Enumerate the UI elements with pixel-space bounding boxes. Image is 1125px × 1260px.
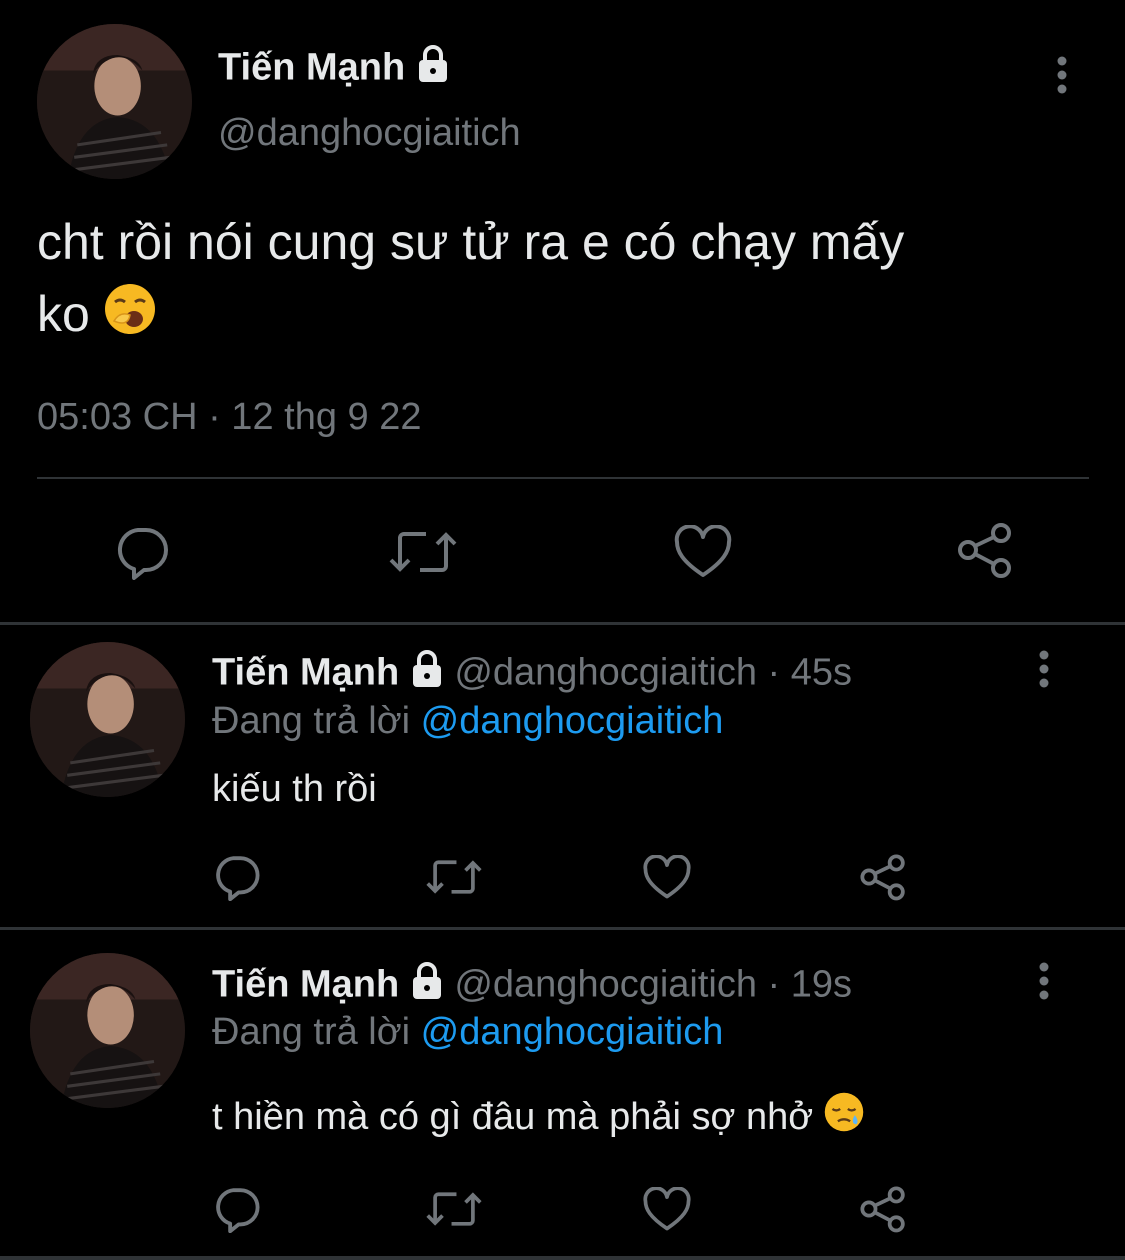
more-options-icon[interactable] <box>1032 650 1056 690</box>
retweet-icon <box>389 532 457 572</box>
lock-icon <box>410 961 444 1012</box>
share-icon <box>958 523 1011 578</box>
avatar-image <box>30 953 185 1108</box>
share-button[interactable] <box>858 1184 908 1234</box>
avatar-image <box>37 24 192 179</box>
replying-to-label: Đang trả lời <box>212 1011 411 1053</box>
display-name-text: Tiến Mạnh <box>218 46 406 89</box>
lock-icon <box>410 649 444 700</box>
lock-icon <box>416 44 450 95</box>
like-icon <box>643 854 691 898</box>
divider <box>0 1256 1125 1260</box>
reply-icon <box>216 856 260 901</box>
reply-button[interactable] <box>212 1184 262 1234</box>
replying-to-label: Đang trả lời <box>212 700 411 742</box>
tweet-timestamp[interactable]: 05:03 CH · 12 thg 9 22 <box>37 394 421 440</box>
avatar[interactable] <box>30 953 185 1108</box>
handle-and-time[interactable]: @danghocgiaitich · 19s <box>454 964 852 1006</box>
replying-to: Đang trả lời @danghocgiaitich <box>212 1009 723 1055</box>
retweet-icon <box>426 860 482 894</box>
share-icon <box>860 854 905 901</box>
retweet-button[interactable] <box>424 852 484 902</box>
display-name[interactable]: Tiến Mạnh <box>212 652 399 694</box>
retweet-icon <box>426 1192 482 1226</box>
like-button[interactable] <box>642 852 692 902</box>
replying-to: Đang trả lời @danghocgiaitich <box>212 698 723 744</box>
more-options-icon[interactable] <box>1032 962 1056 1002</box>
tweet-text-line-2-text: ko <box>37 286 90 342</box>
share-icon <box>860 1186 905 1233</box>
like-button[interactable] <box>642 1184 692 1234</box>
like-icon <box>643 1186 691 1230</box>
handle[interactable]: @danghocgiaitich <box>218 110 521 156</box>
divider <box>0 927 1125 930</box>
avatar-image <box>30 642 185 797</box>
avatar[interactable] <box>30 642 185 797</box>
like-icon <box>674 525 732 577</box>
more-options-icon[interactable] <box>1050 56 1074 96</box>
share-button[interactable] <box>858 852 908 902</box>
display-name[interactable]: Tiến Mạnh <box>218 44 450 95</box>
divider <box>0 622 1125 625</box>
divider <box>37 477 1089 479</box>
reply-icon <box>216 1188 260 1233</box>
replying-to-link[interactable]: @danghocgiaitich <box>421 1011 724 1053</box>
tweet-text: cht rồi nói cung sư tử ra e có chạy mấy … <box>37 206 1087 354</box>
display-name[interactable]: Tiến Mạnh <box>212 964 399 1006</box>
reply-text-content: t hiền mà có gì đâu mà phải sợ nhở <box>212 1096 814 1138</box>
reply-icon <box>117 528 168 580</box>
reply-button[interactable] <box>212 852 262 902</box>
retweet-button[interactable] <box>424 1184 484 1234</box>
tweet-text-line-1: cht rồi nói cung sư tử ra e có chạy mấy <box>37 214 905 270</box>
tweet-text-line-2: ko <box>37 278 1087 354</box>
sleepy-face-emoji <box>824 1092 864 1145</box>
reply-header: Tiến Mạnh @danghocgiaitich · 45s <box>212 649 852 700</box>
handle-and-time[interactable]: @danghocgiaitich · 45s <box>454 652 852 694</box>
reply-text: kiếu th rồi <box>212 768 377 810</box>
like-button[interactable] <box>673 522 733 582</box>
reply-text: t hiền mà có gì đâu mà phải sợ nhở <box>212 1092 864 1145</box>
reply-header: Tiến Mạnh @danghocgiaitich · 19s <box>212 961 852 1012</box>
reply-button[interactable] <box>112 522 172 582</box>
retweet-button[interactable] <box>388 522 458 582</box>
avatar[interactable] <box>37 24 192 179</box>
yawning-face-emoji <box>104 282 156 354</box>
share-button[interactable] <box>955 520 1015 580</box>
replying-to-link[interactable]: @danghocgiaitich <box>421 700 724 742</box>
